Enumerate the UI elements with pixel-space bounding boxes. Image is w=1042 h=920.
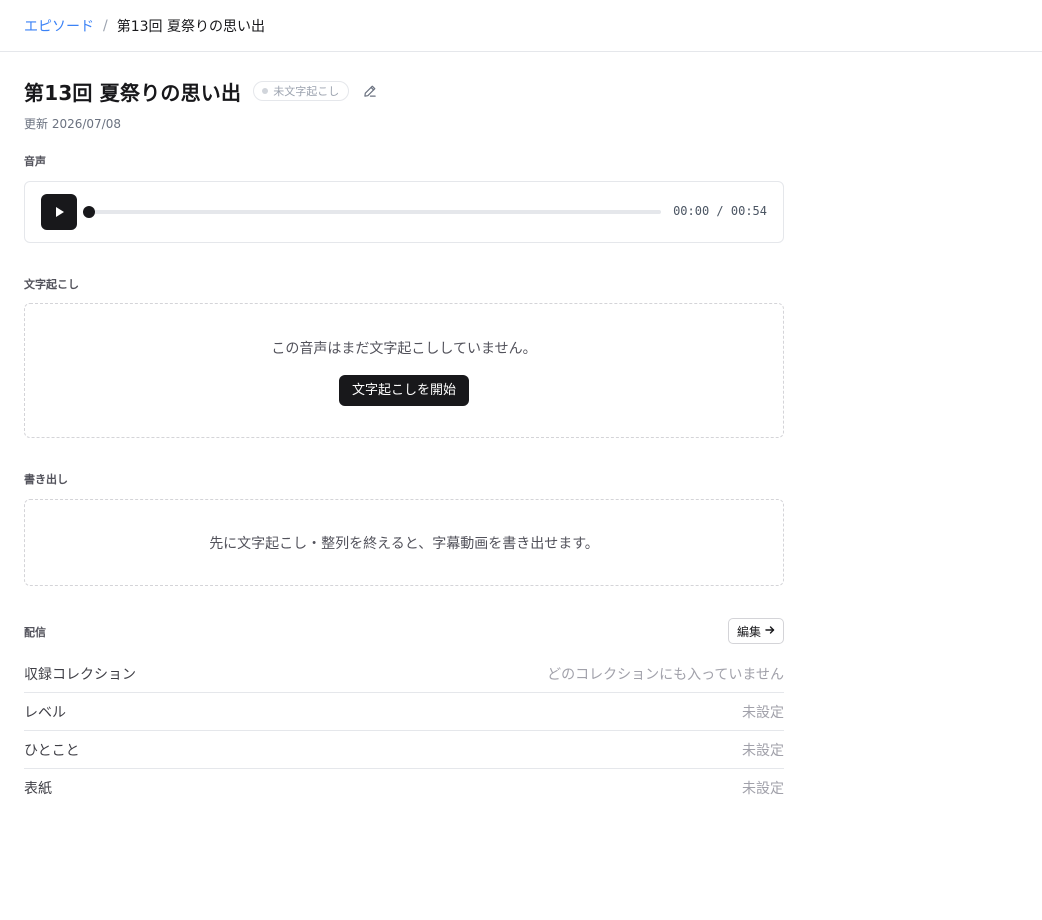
export-empty-state: 先に文字起こし・整列を終えると、字幕動画を書き出せます。	[24, 499, 784, 586]
breadcrumb-separator: /	[103, 17, 108, 34]
title-row: 第13回 夏祭りの思い出 未文字起こし	[24, 78, 377, 105]
play-icon	[56, 207, 64, 217]
export-section-label: 書き出し	[24, 473, 68, 486]
pencil-icon[interactable]	[363, 84, 377, 98]
breadcrumb-current: 第13回 夏祭りの思い出	[116, 18, 265, 35]
distribution-row: レベル 未設定	[24, 693, 784, 731]
status-dot	[262, 88, 269, 94]
seek-track[interactable]	[89, 210, 661, 214]
updated-date: 更新 2026/07/08	[24, 117, 121, 131]
distribution-value: どのコレクションにも入っていません	[547, 666, 784, 683]
edit-button-label: 編集	[736, 624, 761, 639]
distribution-label: 収録コレクション	[24, 666, 136, 683]
distribution-row: ひとこと 未設定	[24, 731, 784, 769]
play-button[interactable]	[41, 194, 77, 230]
export-message: 先に文字起こし・整列を終えると、字幕動画を書き出せます。	[209, 536, 599, 552]
time-readout: 00:00 / 00:54	[673, 204, 767, 218]
audio-section-label: 音声	[24, 155, 46, 168]
breadcrumb-episodes-link[interactable]: エピソード	[24, 16, 94, 36]
distribution-label: 表紙	[24, 781, 52, 797]
status-badge: 未文字起こし	[253, 81, 350, 101]
page-title: 第13回 夏祭りの思い出	[24, 80, 242, 105]
transcription-section-label: 文字起こし	[24, 278, 79, 291]
distribution-label: レベル	[24, 704, 66, 721]
status-badge-label: 未文字起こし	[273, 85, 340, 98]
distribution-value: 未設定	[742, 704, 784, 721]
distribution-row: 表紙 未設定	[24, 769, 784, 807]
distribution-label: ひとこと	[24, 742, 80, 759]
seek-handle[interactable]	[83, 206, 95, 218]
audio-player: 00:00 / 00:54	[24, 181, 784, 243]
transcription-empty-state: この音声はまだ文字起こししていません。 文字起こしを開始	[24, 303, 784, 438]
distribution-row: 収録コレクション どのコレクションにも入っていません	[24, 655, 784, 693]
distribution-section-label: 配信	[24, 626, 46, 639]
distribution-value: 未設定	[742, 742, 784, 759]
distribution-value: 未設定	[742, 781, 784, 797]
edit-distribution-button[interactable]: 編集	[727, 618, 784, 644]
start-transcription-button[interactable]: 文字起こしを開始	[338, 375, 469, 406]
transcription-empty-message: この音声はまだ文字起こししていません。	[271, 341, 537, 357]
arrow-right-icon	[765, 624, 775, 638]
breadcrumb: エピソード / 第13回 夏祭りの思い出	[0, 0, 1042, 52]
distribution-list: 収録コレクション どのコレクションにも入っていません レベル 未設定 ひとこと …	[24, 655, 784, 807]
